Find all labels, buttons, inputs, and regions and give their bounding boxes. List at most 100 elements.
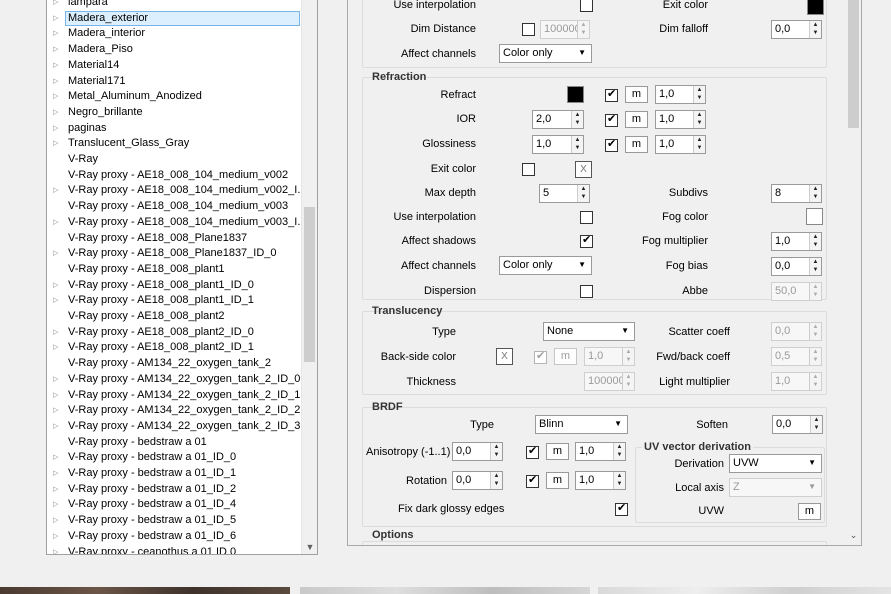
expand-arrow-icon[interactable]: ▷ — [53, 372, 61, 387]
refract-map-button[interactable]: m — [625, 86, 648, 103]
tree-item[interactable]: ▷ V-Ray proxy - AE18_008_plant2_ID_0 — [47, 325, 302, 340]
back-side-map-checkbox[interactable]: ✔ — [534, 350, 547, 364]
tree-item[interactable]: V-Ray proxy - AE18_008_104_medium_v003 — [47, 199, 302, 214]
ior-multiplier-input[interactable]: 1,0 ▲ ▼ — [655, 110, 706, 129]
affect-shadows-checkbox[interactable]: ✔ — [580, 234, 593, 248]
editor-scrollbar[interactable]: ⌄ — [845, 0, 861, 545]
back-side-color-swatch[interactable]: X — [496, 348, 513, 365]
expand-arrow-icon[interactable]: ▷ — [53, 388, 61, 403]
rotation-input[interactable]: 0,0 ▲ ▼ — [452, 471, 503, 490]
tree-scrollbar-thumb[interactable] — [304, 207, 315, 362]
expand-arrow-icon[interactable]: ▷ — [53, 529, 61, 544]
affect-channels-dropdown[interactable]: Color only ▼ — [499, 44, 592, 63]
tree-item[interactable]: ▷ V-Ray proxy - AM134_22_oxygen_tank_2_ID… — [47, 388, 302, 403]
tree-item[interactable]: ▷ V-Ray proxy - AM134_22_oxygen_tank_2_ID… — [47, 403, 302, 418]
tree-item[interactable]: ▷ V-Ray proxy - ceanothus a 01 ID 0 — [47, 545, 302, 555]
expand-arrow-icon[interactable]: ▷ — [53, 26, 61, 41]
fix-dark-glossy-edges-checkbox[interactable]: ✔ — [615, 502, 628, 516]
refract-exit-color-map-button[interactable]: X — [575, 161, 592, 178]
dispersion-checkbox[interactable] — [580, 285, 593, 298]
scroll-down-arrow-icon[interactable]: ▼ — [302, 542, 317, 552]
refract-color-swatch[interactable] — [567, 86, 584, 103]
expand-arrow-icon[interactable]: ▷ — [53, 0, 61, 10]
fog-multiplier-input[interactable]: 1,0 ▲ ▼ — [771, 232, 822, 251]
expand-arrow-icon[interactable]: ▷ — [53, 121, 61, 136]
tree-item[interactable]: ▷ lampara — [47, 0, 302, 10]
translucency-type-dropdown[interactable]: None ▼ — [543, 322, 635, 341]
max-depth-input[interactable]: 5 ▲ ▼ — [539, 184, 590, 203]
glossiness-map-checkbox[interactable]: ✔ — [605, 138, 618, 152]
material-tree[interactable]: ▷ lampara ▷ Madera_exterior ▷ Madera_interior… — [46, 0, 318, 555]
material-preview-marble[interactable] — [598, 587, 891, 594]
ior-map-checkbox[interactable]: ✔ — [605, 113, 618, 127]
glossiness-input[interactable]: 1,0 ▲ ▼ — [532, 135, 584, 154]
expand-arrow-icon[interactable]: ▷ — [53, 246, 61, 261]
expand-arrow-icon[interactable]: ▷ — [53, 136, 61, 151]
expand-arrow-icon[interactable]: ▷ — [53, 513, 61, 528]
tree-item[interactable]: ▷ V-Ray proxy - AE18_008_plant1_ID_1 — [47, 293, 302, 308]
tree-scrollbar[interactable]: ▼ — [301, 0, 317, 554]
tree-item[interactable]: ▷ V-Ray proxy - AE18_008_104_medium_v002_… — [47, 183, 306, 198]
scroll-down-arrow-icon[interactable]: ⌄ — [845, 530, 861, 541]
tree-item[interactable]: ▷ V-Ray proxy - bedstraw a 01_ID_5 — [47, 513, 302, 528]
tree-item[interactable]: ▷ Material171 — [47, 74, 302, 89]
tree-item[interactable]: V-Ray proxy - AE18_008_Plane1837 — [47, 231, 302, 246]
tree-item[interactable]: ▷ V-Ray proxy - bedstraw a 01_ID_2 — [47, 482, 302, 497]
expand-arrow-icon[interactable]: ▷ — [53, 293, 61, 308]
rotation-map-checkbox[interactable]: ✔ — [526, 474, 539, 488]
expand-arrow-icon[interactable]: ▷ — [53, 58, 61, 73]
tree-item[interactable]: ▷ V-Ray proxy - AE18_008_plant2_ID_1 — [47, 340, 302, 355]
dim-distance-checkbox[interactable] — [522, 23, 535, 36]
expand-arrow-icon[interactable]: ▷ — [53, 74, 61, 89]
rotation-map-button[interactable]: m — [546, 472, 569, 489]
anisotropy-input[interactable]: 0,0 ▲ ▼ — [452, 442, 503, 461]
expand-arrow-icon[interactable]: ▷ — [53, 403, 61, 418]
expand-arrow-icon[interactable]: ▷ — [53, 278, 61, 293]
tree-item[interactable]: V-Ray proxy - bedstraw a 01 — [47, 435, 302, 450]
subdivs-input[interactable]: 8 ▲ ▼ — [771, 184, 822, 203]
expand-arrow-icon[interactable]: ▷ — [53, 183, 61, 198]
glossiness-map-button[interactable]: m — [625, 136, 648, 153]
soften-input[interactable]: 0,0 ▲ ▼ — [772, 415, 823, 434]
tree-item[interactable]: ▷ Metal_Aluminum_Anodized — [47, 89, 302, 104]
tree-item[interactable]: ▷ Madera_Piso — [47, 42, 302, 57]
refract-multiplier-input[interactable]: 1,0 ▲ ▼ — [655, 85, 706, 104]
expand-arrow-icon[interactable]: ▷ — [53, 325, 61, 340]
editor-scrollbar-thumb[interactable] — [848, 0, 859, 128]
expand-arrow-icon[interactable]: ▷ — [53, 466, 61, 481]
expand-arrow-icon[interactable]: ▷ — [53, 497, 61, 512]
expand-arrow-icon[interactable]: ▷ — [53, 545, 61, 555]
light-multiplier-input[interactable]: 1,0 ▲ ▼ — [771, 372, 822, 391]
abbe-input[interactable]: 50,0 ▲ ▼ — [771, 282, 822, 301]
tree-item[interactable]: ▷ Madera_exterior — [47, 10, 302, 26]
tree-item[interactable]: V-Ray proxy - AM134_22_oxygen_tank_2 — [47, 356, 302, 371]
glossiness-multiplier-input[interactable]: 1,0 ▲ ▼ — [655, 135, 706, 154]
expand-arrow-icon[interactable]: ▷ — [53, 419, 61, 434]
back-side-map-button[interactable]: m — [554, 348, 577, 365]
tree-item[interactable]: V-Ray — [47, 152, 302, 167]
expand-arrow-icon[interactable]: ▷ — [53, 215, 61, 230]
anisotropy-map-checkbox[interactable]: ✔ — [526, 445, 539, 459]
tree-item[interactable]: ▷ Negro_brillante — [47, 105, 302, 120]
refract-exit-color-checkbox[interactable] — [522, 163, 535, 176]
fog-bias-input[interactable]: 0,0 ▲ ▼ — [771, 257, 822, 276]
tree-item[interactable]: ▷ V-Ray proxy - AE18_008_plant1_ID_0 — [47, 278, 302, 293]
dim-falloff-input[interactable]: 0,0 ▲ ▼ — [771, 20, 822, 39]
anisotropy-map-button[interactable]: m — [546, 443, 569, 460]
tree-item[interactable]: ▷ paginas — [47, 121, 302, 136]
tree-item[interactable]: ▷ Madera_interior — [47, 26, 302, 41]
tree-item[interactable]: ▷ V-Ray proxy - AM134_22_oxygen_tank_2_ID… — [47, 372, 302, 387]
tree-item[interactable]: ▷ Material14 — [47, 58, 302, 73]
fog-color-swatch[interactable] — [806, 208, 823, 225]
rotation-multiplier-input[interactable]: 1,0 ▲ ▼ — [575, 471, 626, 490]
tree-item[interactable]: ▷ V-Ray proxy - bedstraw a 01_ID_4 — [47, 497, 302, 512]
tree-item[interactable]: ▷ V-Ray proxy - bedstraw a 01_ID_6 — [47, 529, 302, 544]
fwd-back-coeff-input[interactable]: 0,5 ▲ ▼ — [771, 347, 822, 366]
tree-item[interactable]: ▷ Translucent_Glass_Gray — [47, 136, 302, 151]
dim-distance-input[interactable]: 100000 ▲ ▼ — [540, 20, 590, 39]
refract-use-interpolation-checkbox[interactable] — [580, 211, 593, 224]
derivation-dropdown[interactable]: UVW ▼ — [729, 454, 822, 473]
expand-arrow-icon[interactable]: ▷ — [53, 42, 61, 57]
tree-item[interactable]: ▷ V-Ray proxy - AE18_008_Plane1837_ID_0 — [47, 246, 302, 261]
tree-item[interactable]: ▷ V-Ray proxy - bedstraw a 01_ID_1 — [47, 466, 302, 481]
